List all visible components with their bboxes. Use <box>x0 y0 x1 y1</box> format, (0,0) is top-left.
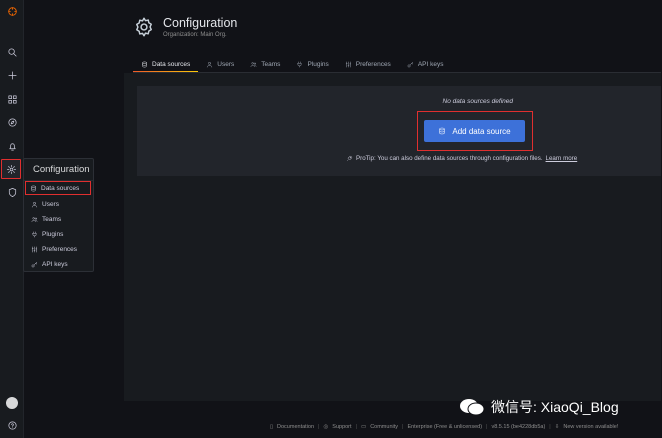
explore-icon[interactable] <box>4 114 20 130</box>
tab-label: API keys <box>417 61 444 68</box>
tab-label: Plugins <box>307 61 329 68</box>
footer-community-link[interactable]: Community <box>370 424 398 430</box>
page-subtitle: Organization: Main Org. <box>163 32 227 38</box>
tab-label: Data sources <box>152 61 191 68</box>
support-icon: ◎ <box>323 424 329 430</box>
flyout-item-label: Data sources <box>41 184 80 192</box>
download-icon: ⇩ <box>554 424 560 430</box>
footer-documentation-link[interactable]: Documentation <box>277 424 314 430</box>
database-icon <box>439 127 445 135</box>
tab-label: Teams <box>261 61 281 68</box>
tab-label: Users <box>217 61 235 68</box>
tab-plugins[interactable]: Plugins <box>288 57 336 72</box>
flyout-item-label: Teams <box>42 215 62 223</box>
plus-icon[interactable] <box>4 67 20 83</box>
shield-icon[interactable] <box>4 184 20 200</box>
flyout-item-plugins[interactable]: Plugins <box>27 227 89 241</box>
avatar[interactable] <box>6 397 18 409</box>
footer-separator: | <box>355 424 357 430</box>
help-icon[interactable] <box>4 417 20 433</box>
learn-more-link[interactable]: Learn more <box>546 155 578 162</box>
key-icon <box>31 261 38 267</box>
community-icon: ▭ <box>360 424 367 430</box>
protip: ProTip: You can also define data sources… <box>346 155 577 162</box>
footer-version: v8.5.15 (be4228db5a) <box>491 424 546 430</box>
add-data-source-button[interactable]: Add data source <box>424 120 525 142</box>
empty-state-box: No data sources defined <box>137 86 661 176</box>
plug-icon <box>32 231 37 237</box>
watermark-text: 微信号: XiaoQi_Blog <box>491 399 619 415</box>
gear-icon[interactable] <box>1 159 21 179</box>
footer-separator: | <box>486 424 488 430</box>
users-icon <box>31 216 38 222</box>
footer-separator: | <box>318 424 320 430</box>
page-title: Configuration <box>163 16 238 30</box>
flyout-item-api-keys[interactable]: API keys <box>27 257 89 271</box>
flyout-item-users[interactable]: Users <box>27 197 89 211</box>
flyout-item-label: Users <box>42 200 59 208</box>
flyout-item-teams[interactable]: Teams <box>27 212 89 226</box>
watermark: 微信号: XiaoQi_Blog <box>459 397 619 417</box>
footer-edition[interactable]: Enterprise (Free & unlicensed) <box>407 424 482 430</box>
bell-icon[interactable] <box>4 138 20 154</box>
users-icon <box>250 62 257 68</box>
flyout-title: Configuration <box>24 159 93 181</box>
tab-users[interactable]: Users <box>198 57 242 72</box>
dashboards-icon[interactable] <box>4 91 20 107</box>
document-icon: ▯ <box>270 424 274 430</box>
key-icon <box>407 61 413 68</box>
flyout-item-label: Plugins <box>42 230 64 238</box>
tab-data-sources[interactable]: Data sources <box>133 57 199 73</box>
wechat-icon <box>459 397 485 417</box>
search-icon[interactable] <box>4 44 20 60</box>
database-icon <box>142 61 147 68</box>
footer: ▯ Documentation | ◎ Support | ▭ Communit… <box>270 424 618 430</box>
database-icon <box>31 185 36 191</box>
flyout-item-data-sources[interactable]: Data sources <box>25 181 91 195</box>
empty-state-text: No data sources defined <box>442 98 513 105</box>
protip-text: ProTip: You can also define data sources… <box>356 155 543 162</box>
add-data-source-label: Add data source <box>452 126 511 136</box>
tab-bar: Data sources Users Teams Plugins Prefere… <box>133 57 451 73</box>
footer-new-version-link[interactable]: New version available! <box>563 424 618 430</box>
rocket-icon <box>347 155 353 161</box>
user-icon <box>31 201 38 207</box>
footer-separator: | <box>549 424 551 430</box>
tab-preferences[interactable]: Preferences <box>337 57 399 72</box>
flyout-item-preferences[interactable]: Preferences <box>27 242 89 256</box>
tab-label: Preferences <box>355 61 391 68</box>
plug-icon <box>297 61 302 68</box>
tab-api-keys[interactable]: API keys <box>399 57 452 72</box>
footer-support-link[interactable]: Support <box>332 424 351 430</box>
grafana-logo-icon[interactable] <box>4 3 20 19</box>
sliders-icon <box>31 246 38 252</box>
sidebar <box>0 0 24 438</box>
tab-teams[interactable]: Teams <box>242 57 288 72</box>
flyout-item-label: API keys <box>42 260 68 268</box>
sliders-icon <box>345 61 351 68</box>
gear-icon <box>133 16 155 38</box>
flyout-item-label: Preferences <box>42 245 78 253</box>
user-icon <box>207 61 213 68</box>
configuration-flyout-menu: Configuration Data sources Users Teams P… <box>23 158 94 272</box>
footer-separator: | <box>402 424 404 430</box>
